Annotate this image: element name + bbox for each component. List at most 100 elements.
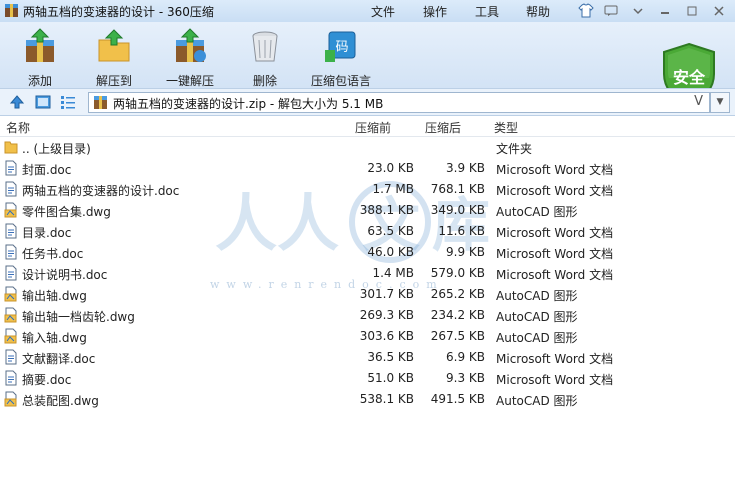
file-name: 摘要.doc (22, 373, 72, 387)
file-row[interactable]: 零件图合集.dwg 388.1 KB 349.0 KB AutoCAD 图形 (0, 200, 735, 221)
extract-to-label: 解压到 (95, 74, 132, 88)
file-name: 任务书.doc (22, 247, 84, 261)
file-type: Microsoft Word 文档 (496, 247, 614, 261)
file-row[interactable]: 输入轴.dwg 303.6 KB 267.5 KB AutoCAD 图形 (0, 326, 735, 347)
file-packed-size: 9.3 KB (446, 371, 485, 385)
file-type: Microsoft Word 文档 (496, 184, 614, 198)
file-row[interactable]: 摘要.doc 51.0 KB 9.3 KB Microsoft Word 文档 (0, 368, 735, 389)
delete-button[interactable]: 删除 (235, 28, 295, 88)
menu-tools[interactable]: 工具 (475, 3, 499, 20)
list-view-icon[interactable] (60, 94, 76, 110)
file-packed-size: 579.0 KB (430, 266, 485, 280)
file-row[interactable]: 总装配图.dwg 538.1 KB 491.5 KB AutoCAD 图形 (0, 389, 735, 410)
file-name: 零件图合集.dwg (22, 205, 111, 219)
archive-language-button[interactable]: 码 压缩包语言 (307, 28, 375, 88)
menu-file[interactable]: 文件 (371, 3, 395, 20)
file-type: 文件夹 (496, 142, 533, 156)
file-type: Microsoft Word 文档 (496, 268, 614, 282)
file-name: 目录.doc (22, 226, 72, 240)
address-path: 两轴五档的变速器的设计.zip - 解包大小为 5.1 MB (113, 97, 384, 111)
folder-icon (4, 141, 18, 154)
add-archive-icon (26, 28, 54, 62)
file-size: 538.1 KB (359, 392, 414, 406)
file-size: 36.5 KB (367, 350, 414, 364)
column-name[interactable]: 名称 (6, 119, 30, 136)
address-field[interactable]: 两轴五档的变速器的设计.zip - 解包大小为 5.1 MB V (88, 92, 710, 113)
dwg-file-icon (4, 307, 17, 323)
menu-operation[interactable]: 操作 (423, 3, 447, 20)
address-bar: 两轴五档的变速器的设计.zip - 解包大小为 5.1 MB V ▼ (0, 88, 735, 116)
doc-file-icon (5, 265, 17, 281)
zip-archive-icon (94, 96, 107, 109)
one-click-extract-button[interactable]: 一键解压 (160, 28, 220, 88)
file-packed-size: 349.0 KB (430, 203, 485, 217)
file-row[interactable]: 两轴五档的变速器的设计.doc 1.7 MB 768.1 KB Microsoft W… (0, 179, 735, 200)
file-row[interactable]: 输出轴.dwg 301.7 KB 265.2 KB AutoCAD 图形 (0, 284, 735, 305)
file-packed-size: 267.5 KB (430, 329, 485, 343)
feedback-icon[interactable] (599, 2, 623, 19)
file-name: .. (上级目录) (22, 142, 91, 156)
file-row[interactable]: 输出轴一档齿轮.dwg 269.3 KB 234.2 KB AutoCAD 图形 (0, 305, 735, 326)
window-title: 两轴五档的变速器的设计 - 360压缩 (23, 5, 214, 19)
file-size: 301.7 KB (359, 287, 414, 301)
file-type: AutoCAD 图形 (496, 331, 578, 345)
file-name: 输出轴一档齿轮.dwg (22, 310, 135, 324)
minimize-icon[interactable] (653, 2, 677, 19)
file-row[interactable]: 设计说明书.doc 1.4 MB 579.0 KB Microsoft Word 文档 (0, 263, 735, 284)
file-size: 51.0 KB (367, 371, 414, 385)
file-size: 1.7 MB (372, 182, 414, 196)
file-name: 输入轴.dwg (22, 331, 87, 345)
close-icon[interactable] (707, 2, 731, 19)
maximize-icon[interactable] (680, 2, 704, 19)
file-row[interactable]: 任务书.doc 46.0 KB 9.9 KB Microsoft Word 文档 (0, 242, 735, 263)
file-packed-size: 265.2 KB (430, 287, 485, 301)
extract-to-button[interactable]: 解压到 (84, 28, 144, 88)
file-type: Microsoft Word 文档 (496, 226, 614, 240)
skin-icon[interactable] (577, 2, 595, 19)
address-v-mark[interactable]: V (694, 94, 703, 109)
column-header: 名称 压缩前 压缩后 类型 (0, 116, 735, 137)
file-type: AutoCAD 图形 (496, 205, 578, 219)
delete-trash-icon (252, 31, 278, 62)
dwg-file-icon (4, 286, 17, 302)
archive-language-label: 压缩包语言 (310, 74, 371, 88)
column-size[interactable]: 压缩前 (355, 119, 391, 136)
file-row[interactable]: 文献翻译.doc 36.5 KB 6.9 KB Microsoft Word 文档 (0, 347, 735, 368)
file-size: 23.0 KB (367, 161, 414, 175)
toolbar: 添加 解压到 一键解压 删除 码 压缩包语言 安全 (0, 22, 735, 108)
file-size: 303.6 KB (359, 329, 414, 343)
file-row[interactable]: .. (上级目录) 文件夹 (0, 137, 735, 158)
menu-help[interactable]: 帮助 (526, 3, 550, 20)
add-button[interactable]: 添加 (10, 28, 70, 88)
doc-file-icon (5, 349, 17, 365)
file-size: 63.5 KB (367, 224, 414, 238)
file-size: 269.3 KB (359, 308, 414, 322)
doc-file-icon (5, 223, 17, 239)
doc-file-icon (5, 244, 17, 260)
file-size: 1.4 MB (372, 266, 414, 280)
menu-dropdown-icon[interactable] (626, 2, 650, 19)
archive-app-icon (5, 4, 18, 17)
file-type: Microsoft Word 文档 (496, 163, 614, 177)
column-packed[interactable]: 压缩后 (425, 119, 461, 136)
file-list: .. (上级目录) 文件夹封面.doc 23.0 KB 3.9 KB Microsoft… (0, 137, 735, 410)
svg-text:码: 码 (335, 40, 348, 55)
dwg-file-icon (4, 202, 17, 218)
dwg-file-icon (4, 391, 17, 407)
file-row[interactable]: 封面.doc 23.0 KB 3.9 KB Microsoft Word 文档 (0, 158, 735, 179)
file-packed-size: 11.6 KB (438, 224, 485, 238)
file-packed-size: 491.5 KB (430, 392, 485, 406)
file-name: 设计说明书.doc (22, 268, 108, 282)
file-row[interactable]: 目录.doc 63.5 KB 11.6 KB Microsoft Word 文档 (0, 221, 735, 242)
file-packed-size: 9.9 KB (446, 245, 485, 259)
up-level-icon[interactable] (9, 94, 25, 110)
file-name: 文献翻译.doc (22, 352, 96, 366)
dwg-file-icon (4, 328, 17, 344)
file-name: 输出轴.dwg (22, 289, 87, 303)
icon-view-icon[interactable] (35, 94, 51, 110)
file-type: AutoCAD 图形 (496, 394, 578, 408)
file-name: 总装配图.dwg (22, 394, 99, 408)
doc-file-icon (5, 370, 17, 386)
address-dropdown[interactable]: ▼ (710, 92, 730, 113)
column-type[interactable]: 类型 (494, 119, 518, 136)
